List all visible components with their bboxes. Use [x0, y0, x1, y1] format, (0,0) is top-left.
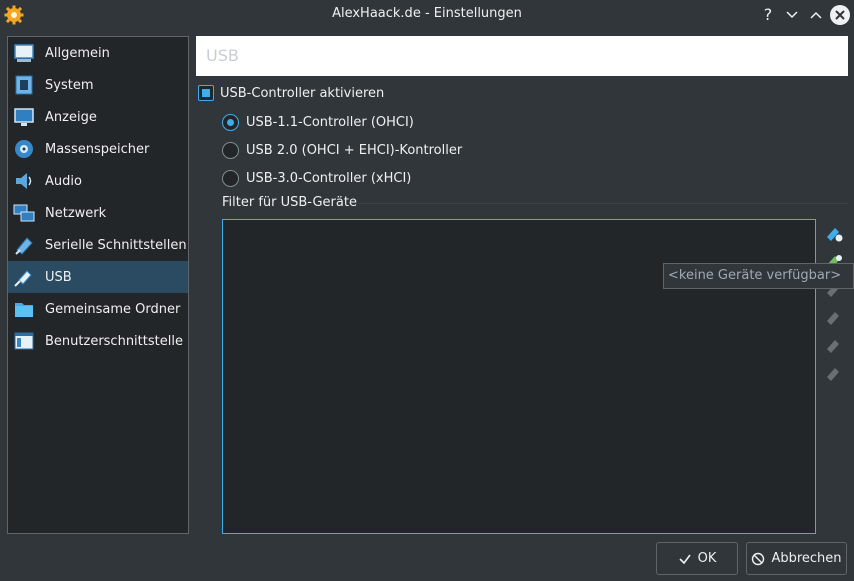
usb-enable-label: USB-Controller aktivieren	[220, 85, 385, 101]
sidebar-item-netzwerk[interactable]: Netzwerk	[8, 197, 188, 229]
sidebar-item-label: USB	[45, 269, 72, 285]
usb-3-0-radio[interactable]	[222, 169, 239, 187]
usb-icon	[14, 270, 32, 287]
sidebar-item-label: Netzwerk	[45, 205, 107, 221]
sidebar-item-label: Benutzerschnittstelle	[45, 333, 183, 349]
sidebar-item-usb[interactable]: USB	[8, 261, 188, 293]
ok-label: OK	[697, 551, 717, 566]
cancel-button[interactable]: Abbrechen	[746, 542, 847, 575]
title-bar: AlexHaack.de - Einstellungen ?	[0, 0, 854, 30]
usb-2-0-radio[interactable]	[222, 141, 239, 159]
sidebar-item-gemeinsame-ordner[interactable]: Gemeinsame Ordner	[8, 293, 188, 325]
sidebar-item-benutzerschnittstelle[interactable]: Benutzerschnittstelle	[8, 325, 188, 357]
usb-controller-label: USB-1.1-Controller (OHCI)	[246, 114, 414, 130]
user-interface-icon	[14, 332, 34, 350]
sidebar-item-serielle-schnittstellen[interactable]: Serielle Schnittstellen	[8, 229, 188, 261]
usb-1-1-radio[interactable]	[222, 113, 239, 131]
sidebar-item-label: Massenspeicher	[45, 141, 150, 157]
folder-icon	[15, 303, 33, 317]
serial-port-icon	[15, 237, 33, 255]
window-title: AlexHaack.de - Einstellungen	[332, 6, 522, 21]
ok-button[interactable]: OK	[656, 542, 738, 575]
general-icon	[14, 44, 34, 62]
sidebar-item-label: Audio	[45, 173, 82, 189]
checkmark-icon	[679, 554, 691, 564]
usb-controller-label: USB-3.0-Controller (xHCI)	[246, 170, 412, 186]
divider	[356, 203, 848, 204]
sidebar-item-system[interactable]: System	[8, 69, 188, 101]
chevron-down-icon	[786, 11, 798, 19]
close-button[interactable]	[830, 5, 850, 25]
page-header: USB	[196, 36, 848, 76]
no-devices-tooltip: <keine Geräte verfügbar>	[663, 263, 854, 289]
usb-enable-checkbox-row[interactable]: USB-Controller aktivieren	[198, 84, 384, 102]
network-icon	[13, 204, 35, 222]
sidebar-item-massenspeicher[interactable]: Massenspeicher	[8, 133, 188, 165]
usb-filter-label: Filter für USB-Geräte	[222, 195, 357, 210]
help-button[interactable]: ?	[758, 5, 778, 25]
maximize-button[interactable]	[806, 5, 826, 25]
sidebar-item-audio[interactable]: Audio	[8, 165, 188, 197]
system-chip-icon	[15, 75, 33, 95]
usb-controller-option[interactable]: USB-3.0-Controller (xHCI)	[222, 169, 411, 187]
settings-sidebar: Allgemein System Anzeige Massenspeicher …	[7, 36, 189, 534]
close-icon	[835, 10, 845, 20]
sidebar-item-label: Serielle Schnittstellen	[45, 237, 187, 253]
remove-filter-icon[interactable]	[824, 307, 844, 327]
cancel-label: Abbrechen	[771, 551, 842, 566]
move-up-filter-icon[interactable]	[824, 335, 844, 355]
usb-controller-option[interactable]: USB-1.1-Controller (OHCI)	[222, 113, 414, 131]
minimize-button[interactable]	[782, 5, 802, 25]
sidebar-item-label: Allgemein	[45, 45, 110, 61]
usb-enable-checkbox[interactable]	[198, 85, 214, 101]
storage-disk-icon	[15, 140, 33, 158]
speaker-icon	[16, 173, 32, 189]
usb-controller-option[interactable]: USB 2.0 (OHCI + EHCI)-Kontroller	[222, 141, 462, 159]
sidebar-item-label: Gemeinsame Ordner	[45, 301, 181, 317]
add-filter-icon[interactable]	[824, 223, 844, 243]
chevron-up-icon	[810, 11, 822, 19]
display-monitor-icon	[14, 108, 34, 126]
sidebar-item-allgemein[interactable]: Allgemein	[8, 37, 188, 69]
page-title: USB	[206, 46, 239, 65]
sidebar-item-anzeige[interactable]: Anzeige	[8, 101, 188, 133]
cancel-icon	[752, 552, 765, 565]
usb-controller-label: USB 2.0 (OHCI + EHCI)-Kontroller	[246, 142, 463, 158]
sidebar-item-label: Anzeige	[45, 109, 97, 125]
sidebar-item-label: System	[45, 77, 94, 93]
move-down-filter-icon[interactable]	[824, 363, 844, 383]
